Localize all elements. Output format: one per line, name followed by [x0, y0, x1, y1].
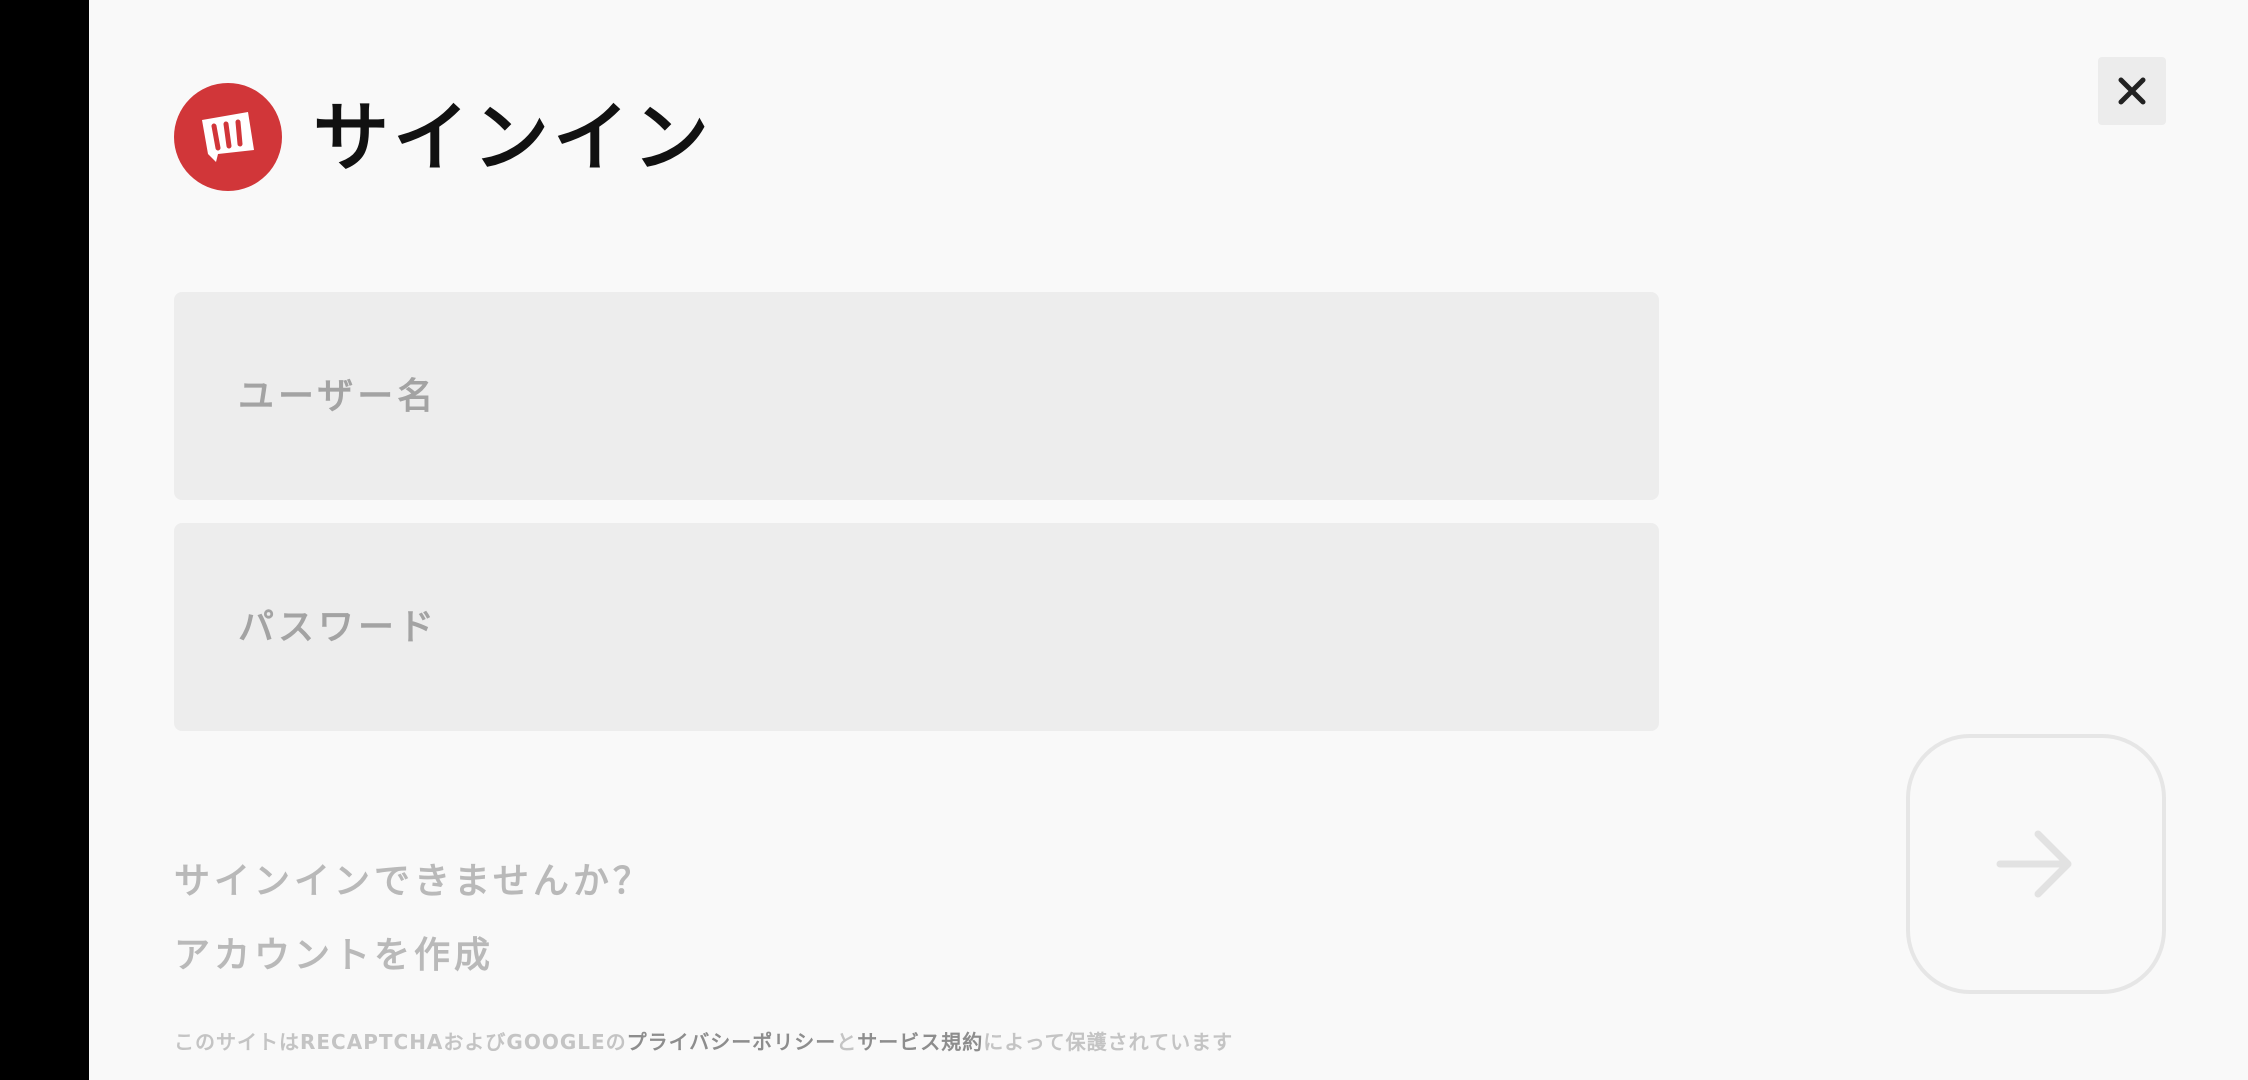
- riot-fist-icon: [202, 112, 254, 162]
- arrow-right-icon: [1996, 830, 2072, 898]
- password-input[interactable]: [174, 523, 1659, 731]
- recaptcha-and: と: [836, 1030, 858, 1054]
- username-input[interactable]: [174, 292, 1659, 500]
- submit-button[interactable]: [1906, 734, 2166, 994]
- password-field-container: [174, 523, 1659, 731]
- recaptcha-suffix: によって保護されています: [983, 1030, 1234, 1054]
- cant-signin-link[interactable]: サインインできませんか？: [174, 852, 653, 904]
- left-system-bar: [0, 0, 89, 1080]
- page-title: サインイン: [313, 93, 713, 182]
- privacy-policy-link[interactable]: プライバシーポリシー: [627, 1030, 837, 1054]
- username-field-container: [174, 292, 1659, 500]
- recaptcha-prefix: このサイトはRECAPTCHAおよびGOOGLEの: [174, 1030, 627, 1054]
- recaptcha-notice: このサイトはRECAPTCHAおよびGOOGLEのプライバシーポリシーとサービス…: [174, 1026, 1233, 1055]
- signin-panel: サインイン サインインできませんか？ アカウントを作成 このサイトはRECAPT…: [89, 0, 2248, 1080]
- terms-of-service-link[interactable]: サービス規約: [857, 1030, 983, 1054]
- create-account-link[interactable]: アカウントを作成: [174, 926, 494, 978]
- riot-logo: [174, 83, 282, 191]
- close-icon: [2118, 77, 2146, 105]
- close-button[interactable]: [2098, 57, 2166, 125]
